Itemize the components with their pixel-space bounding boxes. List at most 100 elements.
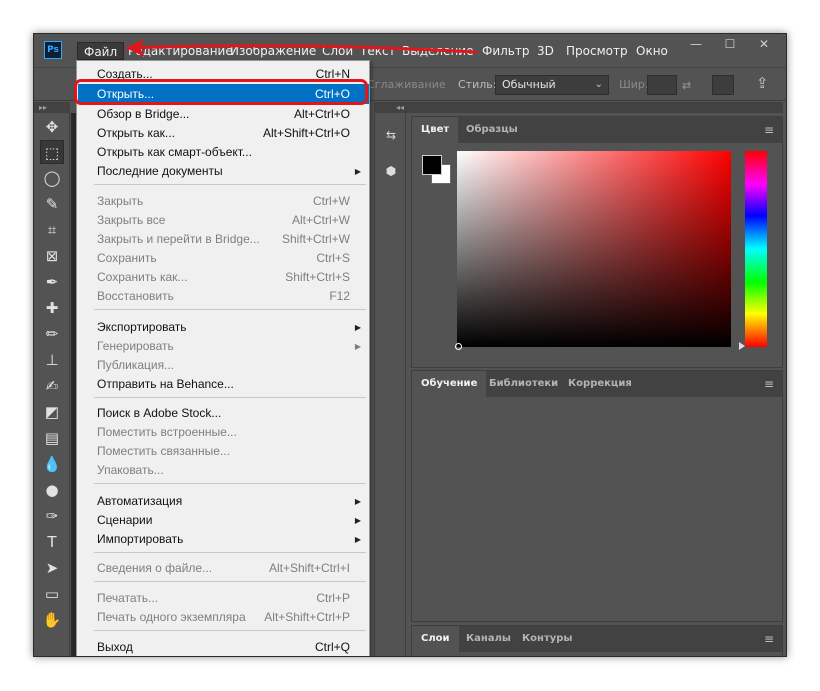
menu-separator [94, 309, 366, 310]
menu-separator [94, 483, 366, 484]
history-panel-icon[interactable]: ⇆ [381, 125, 401, 145]
panel-menu-icon[interactable]: ≡ [764, 123, 774, 137]
foreground-color-swatch[interactable] [422, 155, 442, 175]
menu-item-label: Экспортировать [97, 320, 187, 334]
tab-adjustments[interactable]: Коррекция [559, 371, 641, 397]
history-brush-tool-icon[interactable]: ✍ [40, 374, 64, 398]
menu-item-save-as[interactable]: Сохранить как... Shift+Ctrl+S [78, 268, 369, 287]
tools-panel: ✥ ⬚ ◯ ✎ ⌗ ⊠ ✒ ✚ ✏ ⊥ ✍ ◩ ▤ 💧 ● ✑ T ➤ ▭ ✋ [34, 113, 70, 656]
menu-item-import[interactable]: Импортировать ▶ [78, 530, 369, 549]
menu-item-close[interactable]: Закрыть Ctrl+W [78, 192, 369, 211]
maximize-icon[interactable]: ☐ [716, 36, 744, 52]
tab-layers[interactable]: Слои [412, 626, 459, 652]
menu-item-shortcut: F12 [329, 289, 350, 303]
menu-item-revert[interactable]: Восстановить F12 [78, 287, 369, 306]
rectangle-tool-icon[interactable]: ▭ [40, 582, 64, 606]
blur-tool-icon[interactable]: 💧 [40, 452, 64, 476]
learn-panel-tabs: Обучение Библиотеки Коррекция ≡ [412, 371, 782, 397]
clone-stamp-tool-icon[interactable]: ⊥ [40, 348, 64, 372]
tab-paths[interactable]: Контуры [513, 626, 581, 652]
close-icon[interactable]: ✕ [750, 36, 778, 52]
menu-item-shortcut: Alt+Ctrl+O [293, 107, 350, 121]
menu-item-shortcut: Ctrl+Q [314, 640, 350, 654]
frame-tool-icon[interactable]: ⊠ [40, 244, 64, 268]
color-picker-marker[interactable] [455, 343, 462, 350]
hue-slider[interactable] [745, 151, 767, 347]
3d-panel-icon[interactable]: ⬢ [381, 161, 401, 181]
menu-item-label: Генерировать [97, 339, 174, 353]
crop-tool-icon[interactable]: ⌗ [40, 218, 64, 242]
hand-tool-icon[interactable]: ✋ [40, 608, 64, 632]
menu-item-automate[interactable]: Автоматизация ▶ [78, 492, 369, 511]
menu-separator [94, 581, 366, 582]
swap-icon[interactable]: ⇄ [682, 79, 691, 92]
share-icon[interactable]: ⇪ [756, 74, 769, 92]
menu-item-place-linked[interactable]: Поместить связанные... [78, 442, 369, 461]
menu-item-package[interactable]: Упаковать... [78, 461, 369, 480]
menu-separator [94, 630, 366, 631]
rect-marquee-tool-icon[interactable]: ⬚ [40, 140, 64, 164]
menu-view[interactable]: Просмотр [566, 42, 628, 60]
brush-tool-icon[interactable]: ✏ [40, 322, 64, 346]
menu-item-export[interactable]: Экспортировать ▶ [78, 318, 369, 337]
menu-item-recent[interactable]: Последние документы ▶ [78, 162, 369, 181]
pen-tool-icon[interactable]: ✑ [40, 504, 64, 528]
menu-item-search-stock[interactable]: Поиск в Adobe Stock... [78, 404, 369, 423]
move-tool-icon[interactable]: ✥ [40, 115, 64, 139]
style-label: Стиль: [458, 78, 497, 91]
menu-item-place-embedded[interactable]: Поместить встроенные... [78, 423, 369, 442]
menu-item-print[interactable]: Печатать... Ctrl+P [78, 589, 369, 608]
color-panel-tabs: Цвет Образцы ≡ [412, 117, 782, 143]
menu-item-label: Упаковать... [97, 463, 164, 477]
menu-item-browse-bridge[interactable]: Обзор в Bridge... Alt+Ctrl+O [78, 105, 369, 124]
menu-3d[interactable]: 3D [537, 42, 554, 60]
menu-file[interactable]: Файл [77, 42, 125, 60]
submenu-arrow-icon: ▶ [354, 516, 361, 525]
minimize-icon[interactable]: — [682, 36, 710, 52]
menu-item-close-go-bridge[interactable]: Закрыть и перейти в Bridge... Shift+Ctrl+… [78, 230, 369, 249]
menu-filter[interactable]: Фильтр [482, 42, 529, 60]
height-input[interactable] [712, 75, 734, 95]
menu-item-label: Закрыть [97, 194, 144, 208]
quick-select-tool-icon[interactable]: ✎ [40, 192, 64, 216]
menu-item-open-as[interactable]: Открыть как... Alt+Shift+Ctrl+O [78, 124, 369, 143]
menu-item-generate[interactable]: Генерировать ▶ [78, 337, 369, 356]
style-select[interactable]: Обычный ⌄ [495, 75, 609, 95]
menu-item-print-one-copy[interactable]: Печать одного экземпляра Alt+Shift+Ctrl+P [78, 608, 369, 627]
menu-item-shortcut: Alt+Shift+Ctrl+P [264, 610, 350, 624]
width-input[interactable] [647, 75, 677, 95]
tab-color[interactable]: Цвет [412, 117, 459, 143]
menu-item-scripts[interactable]: Сценарии ▶ [78, 511, 369, 530]
menu-item-label: Печатать... [97, 591, 159, 605]
type-tool-icon[interactable]: T [40, 530, 64, 554]
healing-brush-tool-icon[interactable]: ✚ [40, 296, 64, 320]
eyedropper-tool-icon[interactable]: ✒ [40, 270, 64, 294]
red-arrow-annotation [126, 39, 478, 57]
tab-channels[interactable]: Каналы [457, 626, 520, 652]
layers-panel: Слои Каналы Контуры ≡ [411, 625, 783, 656]
dodge-tool-icon[interactable]: ● [40, 478, 64, 502]
toolbar-collapse-icon[interactable]: ▸▸ [34, 102, 70, 113]
path-select-tool-icon[interactable]: ➤ [40, 556, 64, 580]
menu-item-open-smart-object[interactable]: Открыть как смарт-объект... [78, 143, 369, 162]
menu-item-label: Сведения о файле... [97, 561, 213, 575]
eraser-tool-icon[interactable]: ◩ [40, 400, 64, 424]
menu-window[interactable]: Окно [636, 42, 668, 60]
menu-item-share-behance[interactable]: Отправить на Behance... [78, 375, 369, 394]
menu-item-save[interactable]: Сохранить Ctrl+S [78, 249, 369, 268]
panel-collapse-icon[interactable]: ◂◂ [374, 102, 783, 113]
lasso-tool-icon[interactable]: ◯ [40, 166, 64, 190]
menu-item-close-all[interactable]: Закрыть все Alt+Ctrl+W [78, 211, 369, 230]
gradient-tool-icon[interactable]: ▤ [40, 426, 64, 450]
menu-item-exit[interactable]: Выход Ctrl+Q [78, 638, 369, 656]
panel-menu-icon[interactable]: ≡ [764, 632, 774, 646]
tab-libraries[interactable]: Библиотеки [480, 371, 567, 397]
menu-item-label: Импортировать [97, 532, 184, 546]
menu-item-file-info[interactable]: Сведения о файле... Alt+Shift+Ctrl+I [78, 559, 369, 578]
tab-learn[interactable]: Обучение [412, 371, 487, 397]
color-picker-field[interactable] [457, 151, 731, 347]
hue-slider-handle[interactable] [739, 342, 745, 350]
tab-swatches[interactable]: Образцы [457, 117, 527, 143]
menu-item-publish[interactable]: Публикация... [78, 356, 369, 375]
panel-menu-icon[interactable]: ≡ [764, 377, 774, 391]
